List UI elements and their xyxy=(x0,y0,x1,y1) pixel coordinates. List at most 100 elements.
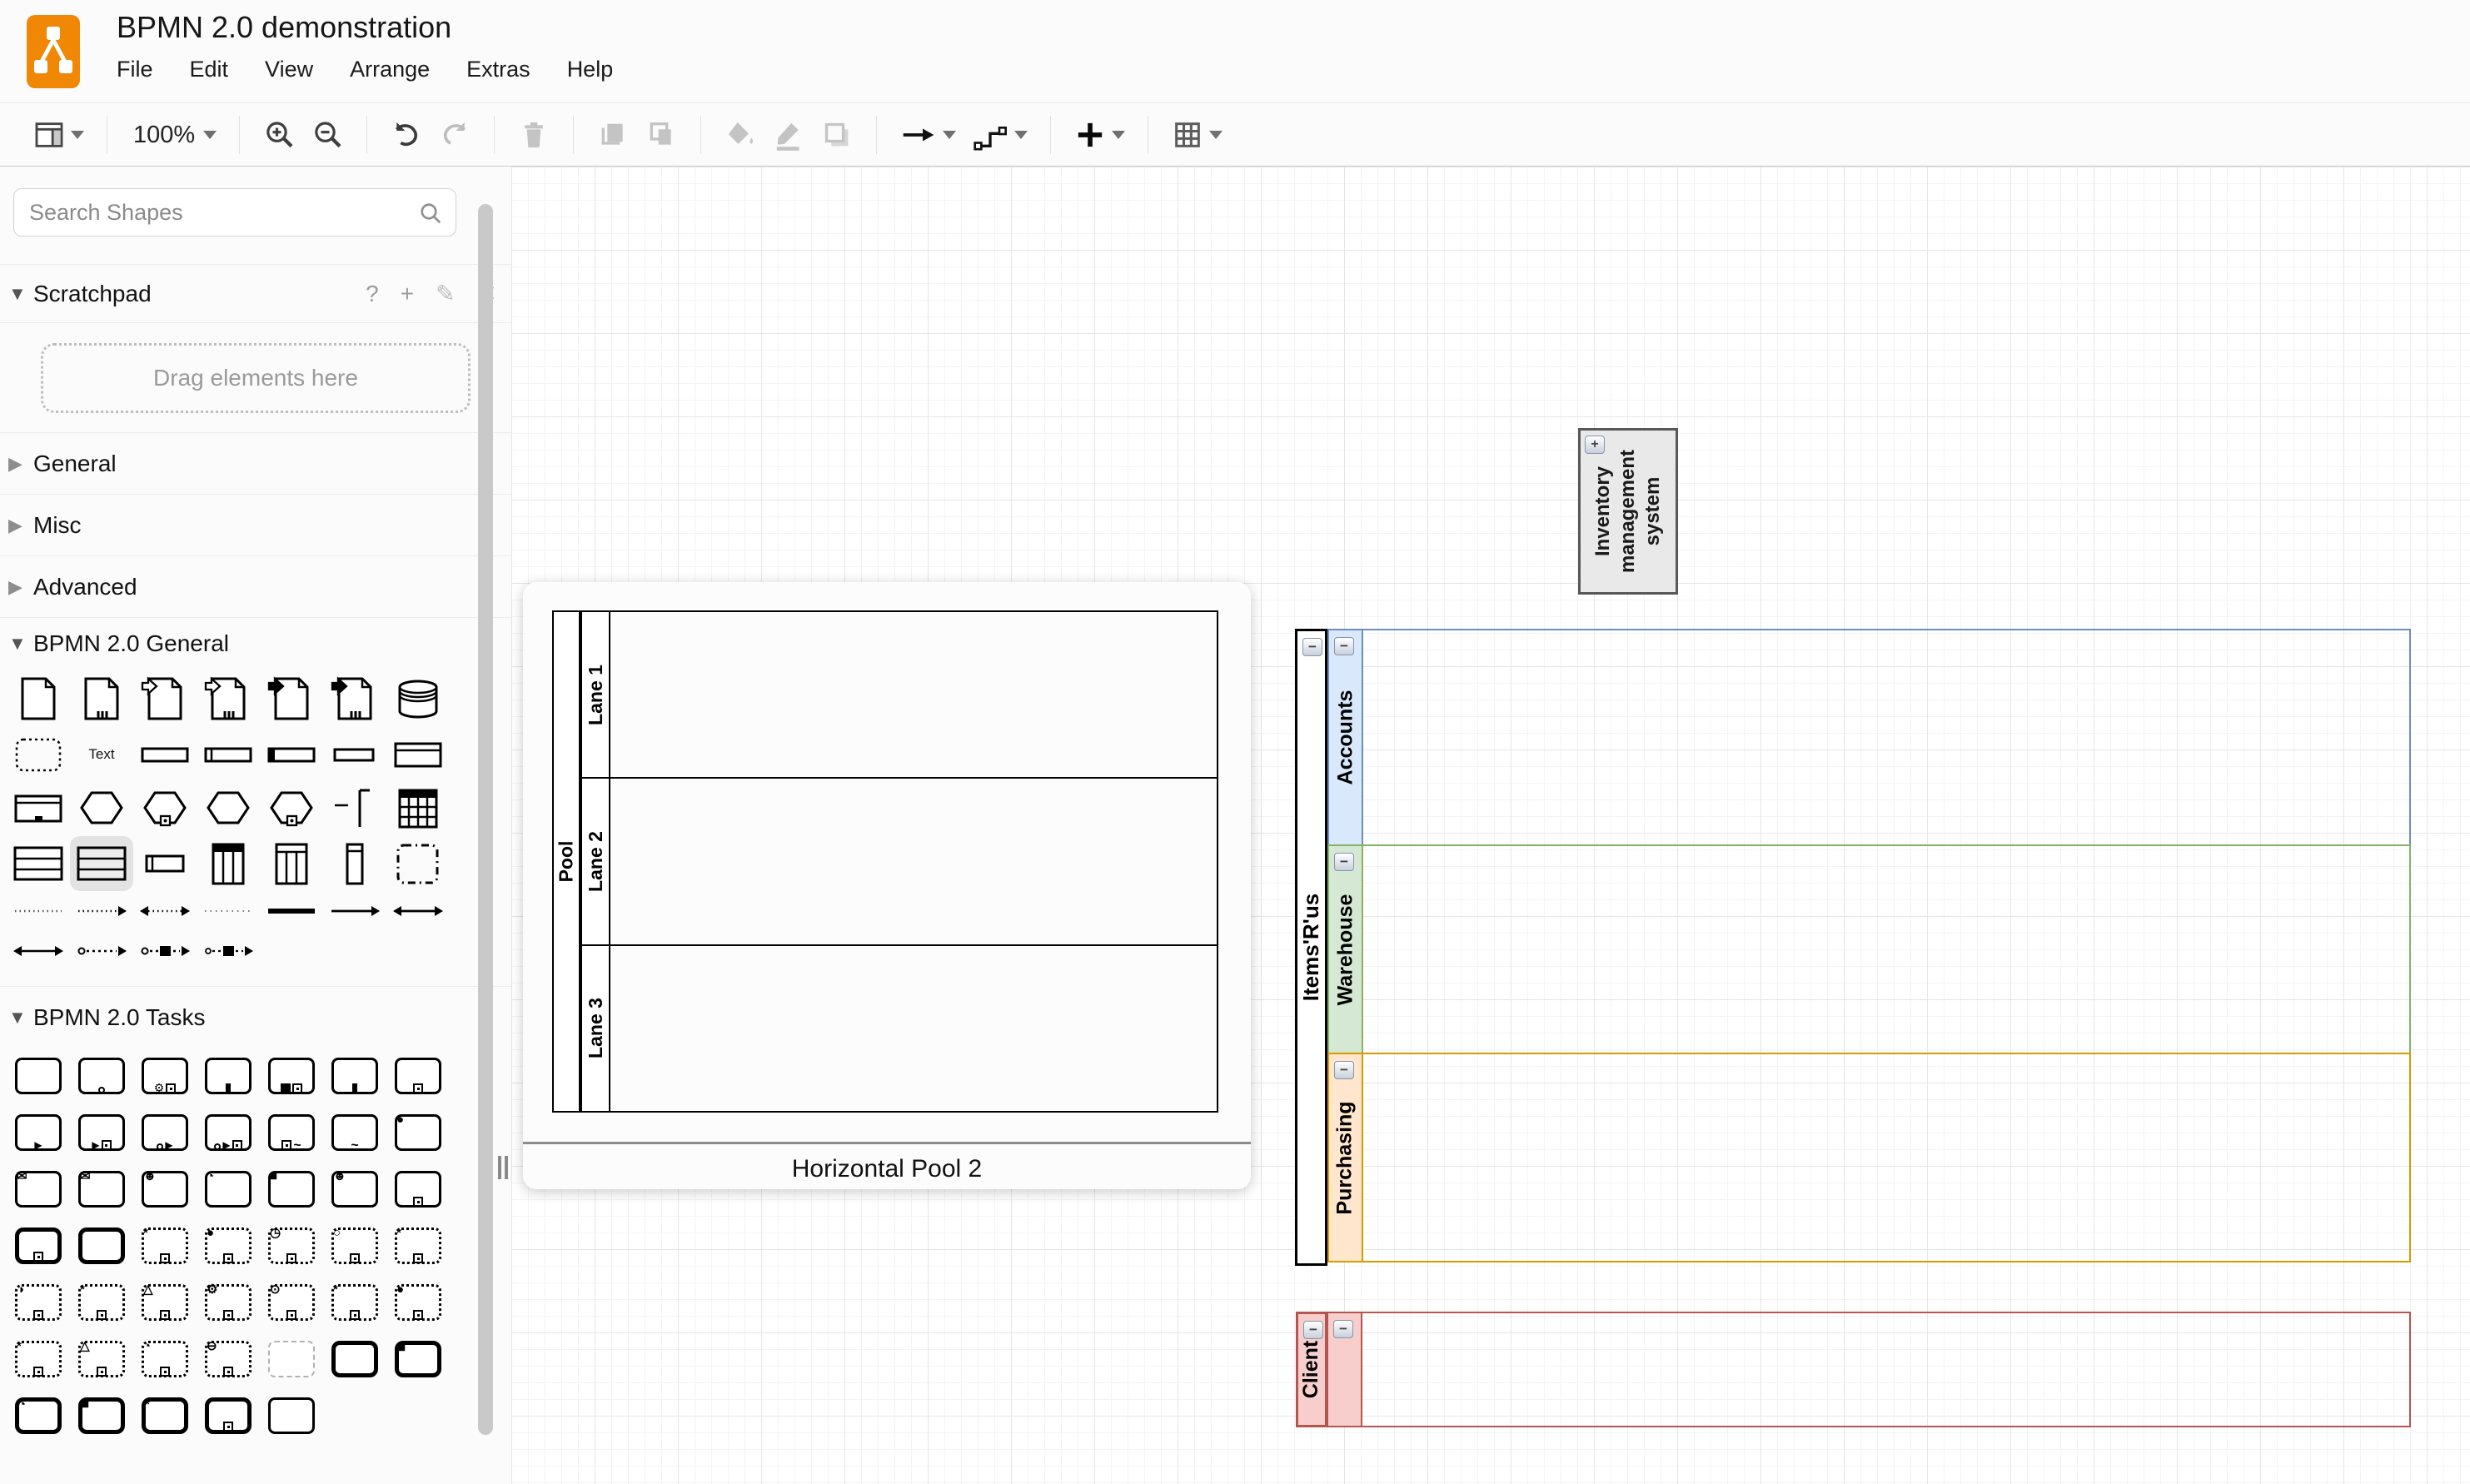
palette-shape-conversation-2[interactable] xyxy=(197,781,260,836)
palette-shape-task[interactable] xyxy=(386,1161,450,1218)
palette-shape-task[interactable]: ☻ xyxy=(323,1161,386,1218)
palette-shape-task[interactable]: ▶ xyxy=(70,1104,133,1161)
palette-shape-task[interactable]: ◑ xyxy=(7,1274,70,1331)
palette-shape-task[interactable]: ● xyxy=(197,1218,260,1274)
collapse-minus-button[interactable]: − xyxy=(1333,1320,1353,1338)
palette-shape-horizontal-pool-2[interactable] xyxy=(70,836,133,891)
sidebar-section-bpmn-tasks[interactable]: ▼ BPMN 2.0 Tasks xyxy=(0,986,511,1048)
palette-shape-task[interactable] xyxy=(70,1218,133,1274)
palette-shape-task[interactable]: ■ xyxy=(70,1387,133,1444)
palette-shape-task[interactable]: * xyxy=(70,1274,133,1331)
palette-shape-task[interactable] xyxy=(70,1048,133,1104)
sidebar-section-advanced[interactable]: ▶ Advanced xyxy=(0,556,511,618)
palette-shape-task[interactable]: * xyxy=(7,1331,70,1387)
palette-shape-edge-thick[interactable] xyxy=(260,891,323,931)
redo-icon[interactable] xyxy=(431,112,479,158)
collapse-minus-button[interactable]: − xyxy=(1334,637,1354,655)
palette-shape-horizontal-lane-4[interactable] xyxy=(323,728,386,781)
sidebar-scrollbar[interactable] xyxy=(478,204,493,1435)
sidebar-resize-handle[interactable] xyxy=(498,1156,508,1179)
palette-shape-task[interactable]: ☻ xyxy=(133,1161,197,1218)
palette-shape-task[interactable]: ● xyxy=(386,1104,450,1161)
collapse-minus-button[interactable]: − xyxy=(1334,853,1354,871)
palette-shape-task[interactable]: △ xyxy=(70,1331,133,1387)
palette-shape-task[interactable]: ◔ xyxy=(7,1387,70,1444)
lane-purchasing[interactable]: −Purchasing xyxy=(1327,1053,2411,1262)
client-lane-strip[interactable]: − xyxy=(1328,1313,1362,1426)
palette-shape-edge-biarrow[interactable] xyxy=(386,891,450,931)
palette-shape-text[interactable]: Text xyxy=(70,728,133,781)
palette-shape-task[interactable] xyxy=(260,1387,323,1444)
palette-shape-task[interactable]: ■ xyxy=(260,1161,323,1218)
palette-shape-edge-dotted-2[interactable] xyxy=(197,891,260,931)
collapse-minus-button[interactable]: − xyxy=(1303,1321,1323,1339)
menu-arrange[interactable]: Arrange xyxy=(350,57,430,82)
palette-shape-task[interactable] xyxy=(386,1048,450,1104)
delete-icon[interactable] xyxy=(510,112,558,158)
search-shapes-box[interactable] xyxy=(13,188,456,237)
palette-shape-edge-biarrow-2[interactable] xyxy=(7,931,70,971)
scratchpad-dropzone[interactable]: Drag elements here xyxy=(41,343,471,413)
scratchpad-add-icon[interactable]: + xyxy=(401,281,414,307)
palette-shape-edge-arrow[interactable] xyxy=(323,891,386,931)
lane-strip[interactable]: −Accounts xyxy=(1329,630,1363,844)
palette-shape-task[interactable] xyxy=(260,1331,323,1387)
search-input[interactable] xyxy=(29,189,404,236)
zoom-out-icon[interactable] xyxy=(303,112,351,158)
palette-shape-task[interactable]: ~ xyxy=(323,1104,386,1161)
palette-shape-task[interactable] xyxy=(323,1331,386,1387)
palette-shape-task[interactable]: ▶ xyxy=(197,1104,260,1161)
palette-shape-task[interactable]: ~ xyxy=(260,1104,323,1161)
lane-warehouse[interactable]: −Warehouse xyxy=(1327,844,2411,1054)
palette-shape-task[interactable]: ✉ xyxy=(7,1161,70,1218)
palette-shape-horizontal-pool[interactable] xyxy=(386,728,450,781)
lane-body[interactable] xyxy=(1363,630,2409,844)
fill-color-icon[interactable] xyxy=(716,112,764,158)
palette-shape-task[interactable] xyxy=(197,1387,260,1444)
pool-title-strip[interactable]: − Items'R'us xyxy=(1295,629,1327,1266)
line-color-icon[interactable] xyxy=(764,112,813,158)
lane-body[interactable] xyxy=(1363,1054,2409,1261)
client-pool-title-strip[interactable]: − Client xyxy=(1296,1312,1327,1427)
diagram-canvas[interactable]: + Inventory management system − Items'R'… xyxy=(511,167,2470,1484)
shadow-icon[interactable] xyxy=(813,112,861,158)
waypoints-icon[interactable] xyxy=(964,112,1035,158)
search-icon[interactable] xyxy=(417,200,444,231)
palette-shape-edge-dotted-arrow[interactable] xyxy=(70,891,133,931)
palette-shape-edge-dotted-biarrow[interactable] xyxy=(133,891,197,931)
palette-shape-task[interactable] xyxy=(260,1048,323,1104)
palette-shape-task[interactable]: ○ xyxy=(323,1218,386,1274)
menu-extras[interactable]: Extras xyxy=(466,57,530,82)
items-r-us-pool[interactable]: − Items'R'us −Accounts−Warehouse−Purchas… xyxy=(1295,629,2411,1266)
menu-edit[interactable]: Edit xyxy=(190,57,229,82)
scratchpad-header[interactable]: ▼ Scratchpad ? + ✎ ✕ xyxy=(0,265,511,323)
scratchpad-edit-icon[interactable]: ✎ xyxy=(436,280,455,307)
palette-shape-data-output[interactable] xyxy=(260,670,323,728)
palette-shape-lane-small[interactable] xyxy=(133,836,197,891)
sidebar-section-bpmn-general[interactable]: ▼ BPMN 2.0 General xyxy=(0,618,511,670)
lane-body[interactable] xyxy=(1363,846,2409,1053)
palette-shape-group-dash-dot[interactable] xyxy=(386,836,450,891)
palette-shape-task[interactable] xyxy=(197,1048,260,1104)
palette-shape-edge-message-box-2[interactable] xyxy=(197,931,260,971)
palette-shape-matrix[interactable] xyxy=(386,781,450,836)
palette-shape-edge-message[interactable] xyxy=(70,931,133,971)
format-panel-toggle-icon[interactable] xyxy=(25,112,92,158)
palette-shape-data-output-collection[interactable] xyxy=(323,670,386,728)
palette-shape-task[interactable] xyxy=(7,1218,70,1274)
inventory-management-system-shape[interactable]: + Inventory management system xyxy=(1578,428,1678,595)
palette-shape-vertical-pool[interactable] xyxy=(197,836,260,891)
menu-view[interactable]: View xyxy=(265,57,313,82)
table-icon[interactable] xyxy=(1163,112,1230,158)
connection-arrows-icon[interactable] xyxy=(892,112,964,158)
palette-shape-horizontal-lane-2[interactable] xyxy=(197,728,260,781)
collapse-minus-button[interactable]: − xyxy=(1302,638,1322,656)
palette-shape-data-object-collection[interactable] xyxy=(70,670,133,728)
palette-shape-task[interactable]: ◔ xyxy=(133,1331,197,1387)
palette-shape-call-conversation[interactable] xyxy=(133,781,197,836)
palette-shape-horizontal-lane[interactable] xyxy=(133,728,197,781)
palette-shape-task[interactable] xyxy=(7,1048,70,1104)
client-lane-body[interactable] xyxy=(1362,1313,2409,1426)
palette-shape-task[interactable]: ▶ xyxy=(133,1104,197,1161)
palette-shape-task[interactable]: ⚙ xyxy=(197,1274,260,1331)
